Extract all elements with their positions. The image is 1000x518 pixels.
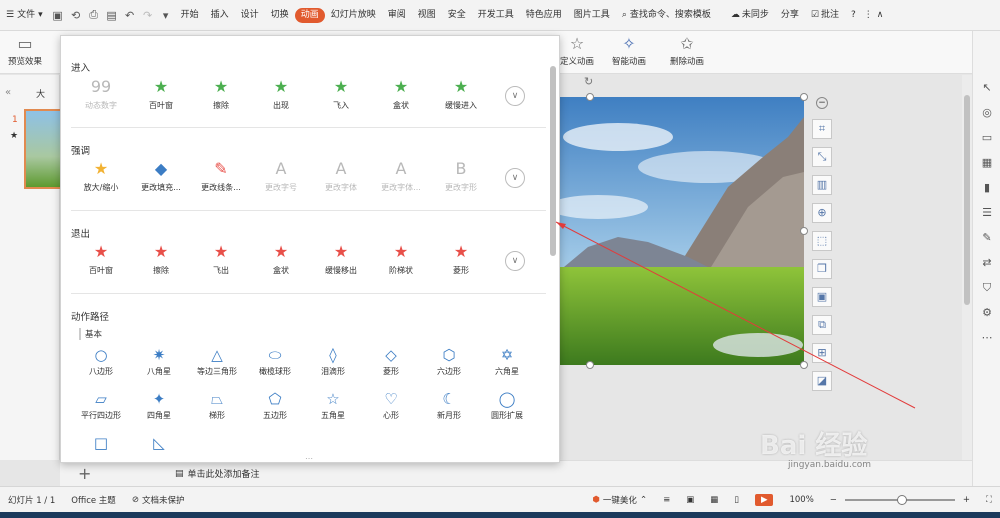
protect-icon: ⊘ <box>131 494 139 505</box>
cube-icon: ⬢ <box>592 494 600 505</box>
baidu-watermark: Bai 经验 <box>760 431 868 461</box>
beautify-label: 一键美化 <box>602 495 637 506</box>
reading-view-icon[interactable]: ▯ <box>726 495 747 505</box>
zoom-slider-thumb[interactable] <box>896 494 907 505</box>
taskbar <box>0 512 1000 518</box>
baidu-watermark-url: jingyan.baidu.com <box>788 460 872 470</box>
theme-indicator[interactable]: Office 主题 <box>63 494 124 506</box>
protection-status[interactable]: ⊘ 文档未保护 <box>124 494 193 506</box>
status-bar: 幻灯片 1 / 1 Office 主题 ⊘ 文档未保护 ⬢ 一键美化 ⌃ ≡ ▣… <box>0 486 1000 512</box>
sorter-view-icon[interactable]: ▦ <box>702 495 726 505</box>
zoom-level[interactable]: 100% <box>781 495 821 505</box>
fit-window-icon[interactable]: ⛶ <box>978 495 1000 505</box>
protection-label: 文档未保护 <box>141 495 185 506</box>
slideshow-button[interactable]: ▶ <box>747 493 782 506</box>
zoom-slider[interactable] <box>844 494 955 505</box>
normal-view-icon[interactable]: ▣ <box>678 495 702 505</box>
zoom-out-button[interactable]: − <box>822 495 845 505</box>
slide-indicator: 幻灯片 1 / 1 <box>8 495 56 506</box>
play-icon: ▶ <box>754 493 774 506</box>
beautify-button[interactable]: ⬢ 一键美化 ⌃ <box>585 494 656 506</box>
chevron-up-icon: ⌃ <box>639 494 648 505</box>
zoom-in-button[interactable]: + <box>955 495 978 505</box>
notes-toggle-icon[interactable]: ≡ <box>655 495 678 505</box>
